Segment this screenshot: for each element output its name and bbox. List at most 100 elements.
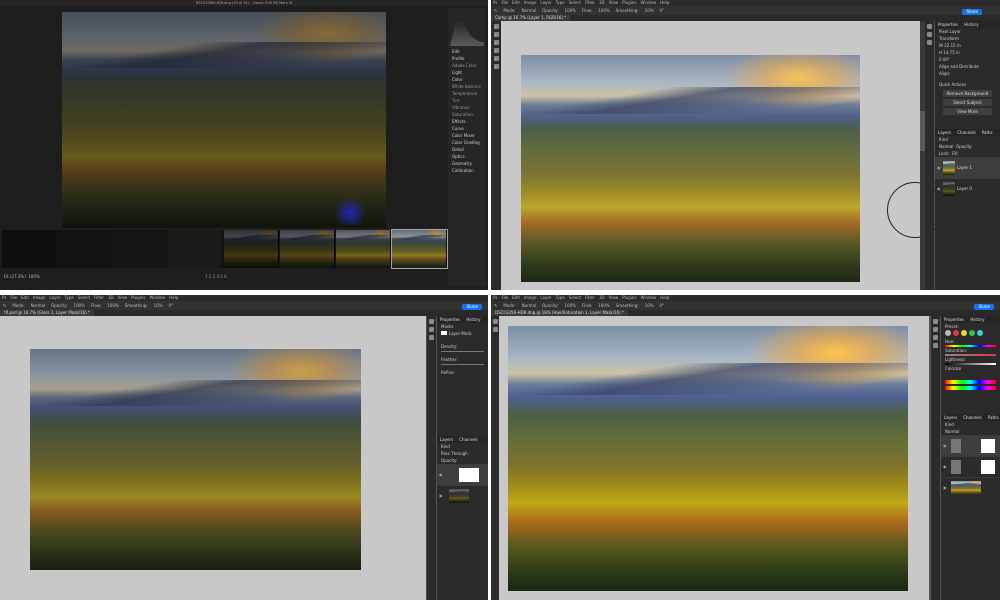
- eraser-tool-icon[interactable]: [493, 56, 499, 61]
- menu-item[interactable]: File: [501, 0, 508, 5]
- brush-icon[interactable]: ✎: [3, 303, 6, 308]
- panel-section[interactable]: Saturation: [448, 111, 486, 118]
- tab-layers[interactable]: Layers: [938, 130, 951, 135]
- panel-icon[interactable]: [429, 327, 434, 332]
- panel-icon[interactable]: [429, 335, 434, 340]
- menu-item[interactable]: Filter: [94, 295, 104, 300]
- panel-icon[interactable]: [429, 319, 434, 324]
- eye-icon[interactable]: ◉: [439, 486, 443, 506]
- menu-item[interactable]: Ps: [493, 295, 497, 300]
- filmstrip-thumb[interactable]: [280, 230, 335, 268]
- zoom-readout[interactable]: Fit (27.3%) 100%: [4, 274, 40, 279]
- document-image[interactable]: [508, 326, 908, 591]
- panel-icon[interactable]: [933, 335, 938, 340]
- panel-section[interactable]: Vibrance: [448, 104, 486, 111]
- brush-icon[interactable]: ✎: [494, 8, 497, 13]
- move-tool-icon[interactable]: [492, 319, 498, 324]
- panel-section[interactable]: White balance: [448, 83, 486, 90]
- opacity-value[interactable]: 100%: [565, 8, 576, 13]
- angle-field[interactable]: 0.00°: [935, 56, 1000, 63]
- document-image[interactable]: [521, 55, 860, 282]
- menu-item[interactable]: 3D: [599, 0, 605, 5]
- angle-value[interactable]: 0°: [169, 303, 174, 308]
- menu-item[interactable]: Ps: [493, 0, 497, 5]
- text-tool-icon[interactable]: [493, 64, 499, 69]
- panel-section[interactable]: Curve: [448, 125, 486, 132]
- move-tool-icon[interactable]: [493, 24, 499, 29]
- panel-section[interactable]: Calibration: [448, 167, 486, 174]
- menu-item[interactable]: Edit: [21, 295, 29, 300]
- mode-select[interactable]: Normal: [522, 8, 536, 13]
- swatch-icon[interactable]: [969, 330, 975, 336]
- mode-select[interactable]: Normal: [522, 303, 536, 308]
- panel-section[interactable]: Profile: [448, 55, 486, 62]
- kind-filter[interactable]: Kind: [941, 421, 1000, 428]
- swatch-icon[interactable]: [961, 330, 967, 336]
- filmstrip-thumb[interactable]: [57, 230, 112, 268]
- mode-select[interactable]: Normal: [31, 303, 45, 308]
- smoothing-value[interactable]: 10%: [645, 8, 654, 13]
- brush-tool-icon[interactable]: [492, 327, 498, 332]
- filmstrip-thumb[interactable]: [336, 230, 391, 268]
- panel-section[interactable]: Color: [448, 76, 486, 83]
- layer-row[interactable]: ◉: [941, 456, 1000, 477]
- tab-paths[interactable]: Paths: [988, 415, 999, 420]
- menu-item[interactable]: Layer: [540, 295, 551, 300]
- smoothing-value[interactable]: 10%: [645, 303, 654, 308]
- menu-item[interactable]: Select: [569, 295, 581, 300]
- tab-channels[interactable]: Channels: [963, 415, 982, 420]
- zoom-fit[interactable]: Fit (27.3%): [4, 274, 26, 279]
- menu-item[interactable]: View: [118, 295, 128, 300]
- menu-item[interactable]: Plugins: [622, 0, 636, 5]
- filmstrip-thumb[interactable]: [224, 230, 279, 268]
- layer-row[interactable]: ◉: [941, 477, 1000, 498]
- menu-item[interactable]: Type: [556, 295, 565, 300]
- swatch-icon[interactable]: [953, 330, 959, 336]
- flow-value[interactable]: 100%: [107, 303, 118, 308]
- eye-icon[interactable]: ◉: [937, 179, 941, 199]
- smoothing-value[interactable]: 10%: [154, 303, 163, 308]
- marquee-tool-icon[interactable]: [493, 32, 499, 37]
- panel-section[interactable]: Optics: [448, 153, 486, 160]
- menu-item[interactable]: Select: [78, 295, 90, 300]
- profile-value[interactable]: Adobe Color: [448, 62, 486, 69]
- menu-item[interactable]: Window: [149, 295, 165, 300]
- eye-icon[interactable]: ◉: [439, 465, 443, 485]
- menu-item[interactable]: Type: [65, 295, 74, 300]
- document-image[interactable]: [30, 349, 361, 570]
- menu-item[interactable]: Image: [33, 295, 46, 300]
- tab-properties[interactable]: Properties: [938, 22, 958, 27]
- tab-history[interactable]: History: [970, 317, 984, 322]
- tab-properties[interactable]: Properties: [440, 317, 460, 322]
- layer-row[interactable]: ◉: [437, 485, 488, 506]
- width-field[interactable]: W 22.15 in: [935, 42, 1000, 49]
- menu-item[interactable]: Help: [169, 295, 178, 300]
- kind-filter[interactable]: Kind: [437, 443, 488, 450]
- filmstrip[interactable]: [2, 229, 448, 269]
- panel-section[interactable]: Edit: [448, 48, 486, 55]
- eye-icon[interactable]: ◉: [943, 457, 947, 477]
- tab-paths[interactable]: Paths: [982, 130, 993, 135]
- filmstrip-thumb[interactable]: [167, 230, 222, 268]
- density-slider[interactable]: [441, 351, 484, 352]
- flow-value[interactable]: 100%: [598, 8, 609, 13]
- panel-icon[interactable]: [927, 32, 932, 37]
- menu-item[interactable]: Image: [524, 0, 537, 5]
- tab-layers[interactable]: Layers: [944, 415, 957, 420]
- tab-properties[interactable]: Properties: [944, 317, 964, 322]
- flow-value[interactable]: 100%: [598, 303, 609, 308]
- menu-item[interactable]: Edit: [512, 0, 520, 5]
- brush-tool-icon[interactable]: [493, 48, 499, 53]
- swatch-icon[interactable]: [977, 330, 983, 336]
- menu-item[interactable]: Help: [660, 0, 669, 5]
- menu-item[interactable]: File: [501, 295, 508, 300]
- menu-item[interactable]: 3D: [599, 295, 605, 300]
- menu-item[interactable]: View: [609, 295, 619, 300]
- menu-item[interactable]: Plugins: [622, 295, 636, 300]
- filmstrip-thumb-selected[interactable]: [391, 229, 448, 269]
- angle-value[interactable]: 0°: [660, 303, 665, 308]
- opacity-value[interactable]: 100%: [565, 303, 576, 308]
- h-value[interactable]: 14.75 in: [943, 50, 959, 55]
- w-value[interactable]: 22.15 in: [944, 43, 960, 48]
- layer-row[interactable]: ◉ Layer 0: [935, 178, 1000, 199]
